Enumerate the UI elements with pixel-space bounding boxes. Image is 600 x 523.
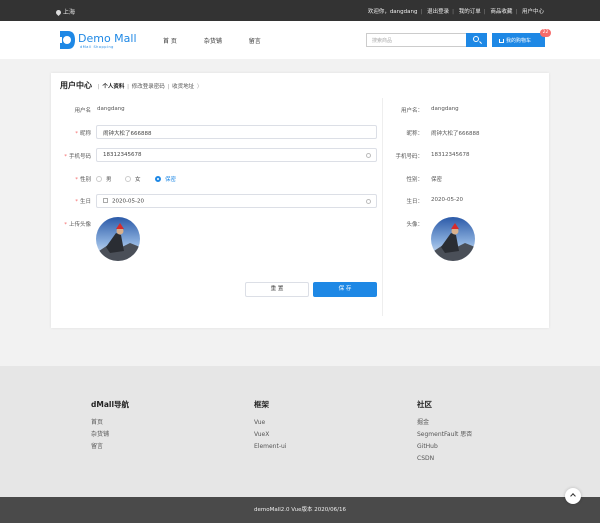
footer-column-title: dMall导航 (91, 400, 130, 409)
footer-link-home[interactable]: 首页 (91, 417, 129, 429)
footer-link-csdn[interactable]: CSDN (417, 453, 472, 465)
nav-home[interactable]: 首 页 (163, 38, 177, 45)
profile-card: 用户中心 | 个人资料 | 修改登录密码 | 收货地址 〉 用户名 dangda… (51, 73, 549, 328)
avatar-upload[interactable] (96, 217, 140, 261)
avatar-label: * 上传头像 (64, 222, 91, 228)
preview-birthday-value: 2020-05-20 (431, 197, 463, 203)
gender-radio-male[interactable]: 男 (96, 175, 112, 183)
username-label: 用户名 (74, 108, 91, 114)
preview-avatar-label: 头像： (406, 222, 423, 228)
preview-phone-label: 手机号码： (395, 154, 423, 160)
gender-label: * 性别 (75, 177, 91, 183)
gender-radio-female[interactable]: 女 (125, 175, 141, 183)
footer-nav-column: dMall导航 首页 杂货铺 留言 (91, 399, 129, 453)
location-text: 上海 (63, 9, 76, 16)
back-to-top-button[interactable] (565, 488, 581, 504)
my-orders-link[interactable]: 我的订单 (459, 9, 481, 15)
tab-profile[interactable]: 个人资料 (102, 84, 124, 90)
tab-change-password[interactable]: 修改登录密码 (132, 84, 165, 90)
preview-avatar (431, 217, 475, 261)
preview-gender-value: 保密 (431, 177, 443, 183)
logo-subtext: dMall Shopping (80, 45, 114, 49)
phone-label: * 手机号码 (64, 154, 91, 160)
birthday-picker[interactable]: 2020-05-20 (96, 194, 377, 208)
preview-phone-value: 18312345678 (431, 152, 470, 158)
favorites-link[interactable]: 商品收藏 (490, 9, 512, 15)
nickname-field[interactable]: 闹钟大松了666888 (96, 125, 377, 139)
nickname-label: * 昵称 (75, 131, 91, 137)
cart-icon (499, 38, 504, 43)
cart-label: 我的购物车 (506, 38, 532, 44)
username-value: dangdang (97, 106, 125, 112)
gender-radio-secret[interactable]: 保密 (155, 175, 176, 183)
phone-field[interactable]: 18312345678 (96, 148, 377, 162)
nav-store[interactable]: 杂货铺 (204, 38, 222, 45)
birthday-label: * 生日 (75, 199, 91, 205)
preview-nickname-value: 闹钟大松了666888 (431, 131, 480, 137)
footer-community-column: 社区 掘金 SegmentFault 思否 GitHub CSDN (417, 399, 472, 465)
preview-gender-label: 性别： (406, 177, 423, 183)
tab-address[interactable]: 收货地址 (172, 84, 194, 90)
preview-username-label: 用户名： (400, 108, 423, 114)
clear-icon[interactable] (366, 199, 371, 204)
save-button[interactable]: 保 存 (313, 282, 377, 297)
breadcrumb: 用户中心 | 个人资料 | 修改登录密码 | 收货地址 〉 (60, 81, 203, 90)
user-center-link[interactable]: 用户中心 (522, 9, 544, 15)
preview-birthday-label: 生日： (406, 199, 423, 205)
footer-link-juejin[interactable]: 掘金 (417, 417, 472, 429)
preview-avatar-image (431, 217, 475, 261)
footer-column-title: 框架 (254, 400, 269, 409)
logo-mark-icon (57, 31, 75, 49)
main-nav: 首 页 杂货铺 留言 (163, 36, 286, 45)
footer-link-vue[interactable]: Vue (254, 417, 286, 429)
location-pin-icon (54, 8, 63, 17)
location[interactable]: 上海 (54, 7, 76, 17)
footer-link-messages[interactable]: 留言 (91, 441, 129, 453)
avatar-image (96, 217, 140, 261)
search-input[interactable]: 搜索商品 (366, 33, 466, 47)
search-icon (473, 36, 479, 42)
logo[interactable]: Demo Mall dMall Shopping (56, 28, 141, 53)
footer-link-segmentfault[interactable]: SegmentFault 思否 (417, 429, 472, 441)
copyright-bar: demoMall2.0 Vue版本 2020/06/16 (0, 497, 600, 523)
top-links: 欢迎你，dangdang | 退出登录 | 我的订单 | 商品收藏 | 用户中心 (367, 9, 544, 15)
header: Demo Mall dMall Shopping 首 页 杂货铺 留言 搜索商品… (0, 21, 600, 59)
footer-column-title: 社区 (417, 400, 432, 409)
preview-nickname-label: 昵称： (406, 131, 423, 137)
search-button[interactable] (466, 33, 487, 47)
top-bar: 上海 欢迎你，dangdang | 退出登录 | 我的订单 | 商品收藏 | 用户中心 (0, 0, 600, 21)
calendar-icon (103, 198, 108, 203)
cart-count-badge: 22 (540, 29, 551, 37)
page-title: 用户中心 (60, 81, 92, 90)
footer-link-element-ui[interactable]: Element-ui (254, 441, 286, 453)
footer: dMall导航 首页 杂货铺 留言 框架 Vue VueX Element-ui… (0, 366, 600, 497)
footer-link-vuex[interactable]: VueX (254, 429, 286, 441)
welcome-user-link[interactable]: 欢迎你，dangdang (368, 9, 418, 15)
reset-button[interactable]: 重 置 (245, 282, 309, 297)
cart-button[interactable]: 我的购物车 (492, 33, 545, 47)
nav-messages[interactable]: 留言 (249, 38, 261, 45)
footer-framework-column: 框架 Vue VueX Element-ui (254, 399, 286, 453)
clear-icon[interactable] (366, 153, 371, 158)
footer-link-github[interactable]: GitHub (417, 441, 472, 453)
footer-link-store[interactable]: 杂货铺 (91, 429, 129, 441)
logo-text: Demo Mall (78, 32, 137, 45)
logout-link[interactable]: 退出登录 (427, 9, 449, 15)
preview-username-value: dangdang (431, 106, 459, 112)
